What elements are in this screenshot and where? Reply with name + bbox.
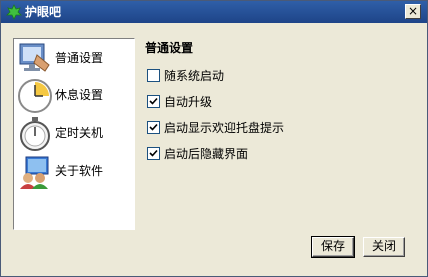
title-bar[interactable]: 护眼吧 × xyxy=(1,1,427,23)
checkmark-icon xyxy=(149,123,158,131)
sidebar-item-label: 定时关机 xyxy=(55,126,104,140)
hide-on-start-checkbox[interactable] xyxy=(147,147,160,160)
stopwatch-icon xyxy=(20,117,50,151)
sidebar: 普通设置 休息设置 定时关机 关于软件 xyxy=(13,38,135,230)
save-button[interactable]: 保存 xyxy=(311,236,355,258)
welcome-tray-tip-checkbox[interactable] xyxy=(147,121,160,134)
about-icon xyxy=(20,156,49,189)
window-title: 护眼吧 xyxy=(25,5,62,19)
checkmark-icon xyxy=(149,97,158,105)
sidebar-item-label: 关于软件 xyxy=(55,164,104,178)
checkmark-icon xyxy=(149,149,158,157)
sidebar-item-label: 普通设置 xyxy=(55,51,104,65)
sidebar-item-shutdown[interactable]: 定时关机 xyxy=(15,115,133,153)
sidebar-item-about[interactable]: 关于软件 xyxy=(15,153,133,191)
auto-update-checkbox[interactable] xyxy=(147,95,160,108)
close-button[interactable]: 关闭 xyxy=(363,237,405,257)
option-label: 自动升级 xyxy=(164,95,213,109)
option-label: 启动显示欢迎托盘提示 xyxy=(164,121,285,135)
clock-icon xyxy=(18,79,52,113)
section-title: 普通设置 xyxy=(145,41,194,55)
sidebar-item-rest[interactable]: 休息设置 xyxy=(15,77,133,115)
sidebar-item-general[interactable]: 普通设置 xyxy=(15,40,133,78)
option-label: 随系统启动 xyxy=(164,69,225,83)
option-label: 启动后隐藏界面 xyxy=(164,147,249,161)
settings-window: 护眼吧 × 普通设置 休息设置 定时关机 关于软件 普通设置 随系统启动 自动升… xyxy=(0,0,428,277)
settings-icon xyxy=(19,43,50,72)
close-icon: × xyxy=(407,4,419,18)
close-window-button[interactable]: × xyxy=(405,4,421,19)
autostart-checkbox[interactable] xyxy=(147,69,160,82)
app-leaf-icon xyxy=(6,4,22,20)
sidebar-item-label: 休息设置 xyxy=(55,88,104,102)
